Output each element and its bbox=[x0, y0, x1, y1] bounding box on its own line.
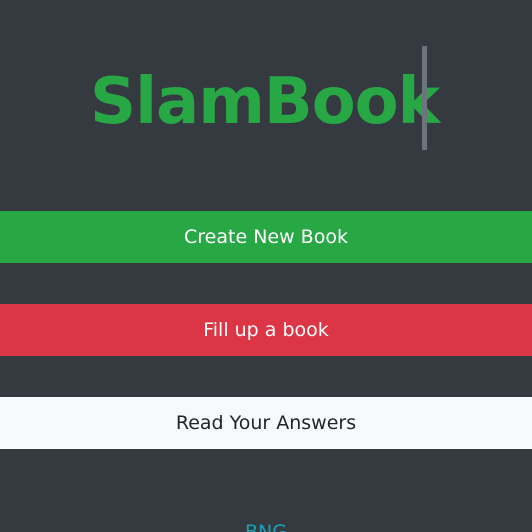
read-answers-button[interactable]: Read Your Answers bbox=[0, 397, 532, 449]
create-new-book-button[interactable]: Create New Book bbox=[0, 211, 532, 263]
footer-link[interactable]: BNG bbox=[0, 520, 532, 532]
page-title: SlamBook bbox=[90, 65, 440, 139]
slambook-page: SlamBook Create New Book Fill up a book … bbox=[0, 0, 532, 532]
fill-up-book-button[interactable]: Fill up a book bbox=[0, 304, 532, 356]
text-cursor bbox=[422, 46, 427, 150]
hero-header: SlamBook bbox=[0, 46, 532, 150]
